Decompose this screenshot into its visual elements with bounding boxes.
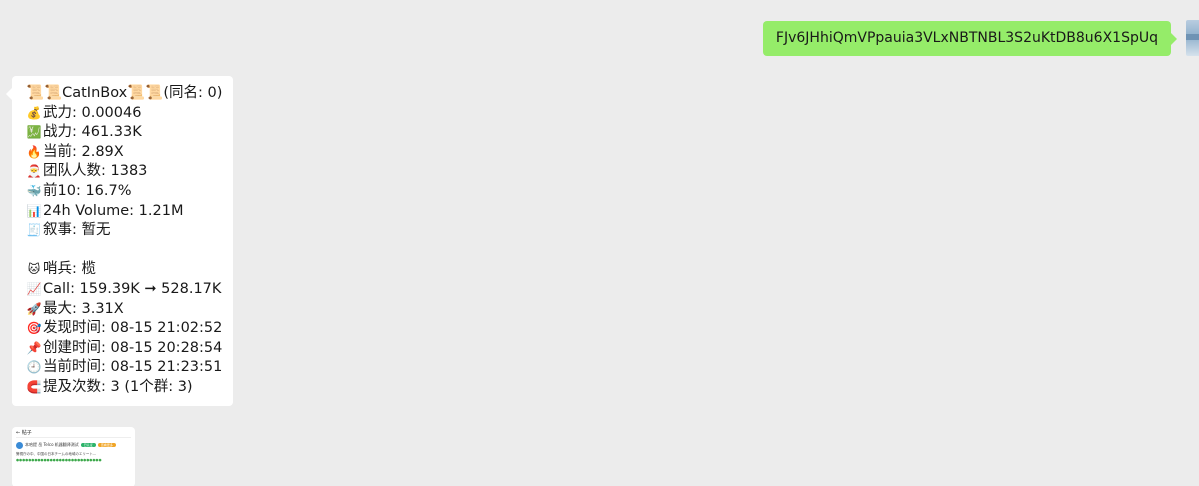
- stat-line-top10: 🐳 前10: 16.7%: [26, 182, 223, 202]
- thumbnail-header: ← 帖子: [16, 430, 131, 438]
- stat-text: 创建时间: 08-15 20:28:54: [43, 339, 223, 356]
- incoming-message-bubble[interactable]: 📜📜CatInBox📜📜(同名: 0) 💰 武力: 0.00046 💹 战力: 46…: [6, 76, 233, 406]
- stat-line-current: 🔥 当前: 2.89X: [26, 143, 223, 163]
- image-message-thumbnail[interactable]: ← 帖子 本哈提 岳 Telco 机器翻译测试 已认证 查看更多 警視庁の中、中…: [12, 427, 135, 486]
- back-arrow-icon: ←: [16, 430, 21, 436]
- stat-line-discovered: 🎯 发现时间: 08-15 21:02:52: [26, 319, 223, 339]
- target-icon: 🎯: [26, 321, 42, 336]
- thumbnail-avatar: [16, 441, 23, 449]
- stat-line-created: 📌 创建时间: 08-15 20:28:54: [26, 339, 223, 359]
- scroll-icon: 📜📜: [26, 85, 63, 101]
- magnet-icon: 🧲: [26, 379, 42, 394]
- thumbnail-badge: 查看更多: [97, 443, 116, 447]
- thumbnail-green-text: ●●●●●●●●●●●●●●●●●●●●●●●●●●●●: [16, 458, 102, 462]
- stat-text: 战力: 461.33K: [43, 124, 142, 141]
- outgoing-message-bubble[interactable]: FJv6JHhiQmVPpauia3VLxNBTNBL3S2uKtDB8u6X1…: [762, 21, 1178, 56]
- stat-line-holders: 🎅 团队人数: 1383: [26, 162, 223, 182]
- stat-text: 团队人数: 1383: [43, 163, 148, 180]
- money-bag-icon: 💰: [26, 105, 42, 120]
- chart-up-icon: 📈: [26, 281, 42, 296]
- stat-line-volume: 📊 24h Volume: 1.21M: [26, 202, 223, 222]
- stat-line-now: 🕘 当前时间: 08-15 21:23:51: [26, 358, 223, 378]
- thumbnail-header-title: 帖子: [21, 430, 32, 436]
- same-name-count: (同名: 0): [163, 85, 223, 101]
- stat-text: 发现时间: 08-15 21:02:52: [43, 320, 223, 337]
- thumbnail-user-row: 本哈提 岳 Telco 机器翻译测试 已认证 查看更多: [16, 441, 131, 449]
- stat-line-max: 🚀 最大: 3.31X: [26, 300, 223, 320]
- stat-text: 前10: 16.7%: [43, 182, 132, 199]
- receipt-icon: 🧾: [26, 223, 42, 238]
- stat-line-mentions: 🧲 提及次数: 3 (1个群: 3): [26, 378, 223, 398]
- stat-line-sentinel: 🐱 哨兵: 榄: [26, 260, 223, 280]
- thumbnail-badge: 已认证: [80, 443, 96, 447]
- scroll-icon: 📜📜: [127, 85, 164, 101]
- stat-text: 哨兵: 榄: [43, 261, 96, 278]
- token-name: CatInBox: [62, 85, 128, 101]
- stat-text: 当前: 2.89X: [43, 143, 124, 160]
- stat-line-call: 📈 Call: 159.39K ➞ 528.17K: [26, 280, 223, 300]
- chat-pane: FJv6JHhiQmVPpauia3VLxNBTNBL3S2uKtDB8u6X1…: [0, 0, 1199, 486]
- pushpin-icon: 📌: [26, 340, 42, 355]
- thumbnail-user-name: 本哈提 岳 Telco 机器翻译测试: [25, 442, 79, 447]
- stat-line-narrative: 🧾 叙事: 暂无: [26, 221, 223, 241]
- whale-icon: 🐳: [26, 183, 42, 198]
- stat-line-power: 💹 战力: 461.33K: [26, 123, 223, 143]
- stat-text: Call: 159.39K ➞ 528.17K: [43, 280, 222, 297]
- cat-face-icon: 🐱: [27, 262, 41, 277]
- stat-text: 最大: 3.31X: [43, 300, 124, 317]
- stat-line-force: 💰 武力: 0.00046: [26, 104, 223, 124]
- self-avatar[interactable]: [1186, 20, 1199, 56]
- clock-icon: 🕘: [26, 360, 42, 375]
- stat-text: 24h Volume: 1.21M: [43, 202, 184, 219]
- rocket-icon: 🚀: [26, 301, 42, 316]
- stat-text: 武力: 0.00046: [43, 104, 142, 121]
- chart-yen-icon: 💹: [26, 125, 42, 140]
- stat-text: 叙事: 暂无: [43, 222, 111, 239]
- bar-chart-icon: 📊: [26, 203, 42, 218]
- stat-text: 当前时间: 08-15 21:23:51: [43, 359, 223, 376]
- thumbnail-body-text: 警視庁の中、中国の日本チームの地域のエリート...: [16, 452, 97, 456]
- fire-icon: 🔥: [26, 144, 42, 159]
- santa-icon: 🎅: [26, 164, 42, 179]
- token-title-line: 📜📜CatInBox📜📜(同名: 0): [26, 84, 223, 104]
- outgoing-message-text: FJv6JHhiQmVPpauia3VLxNBTNBL3S2uKtDB8u6X1…: [775, 30, 1158, 46]
- stat-text: 提及次数: 3 (1个群: 3): [43, 378, 193, 395]
